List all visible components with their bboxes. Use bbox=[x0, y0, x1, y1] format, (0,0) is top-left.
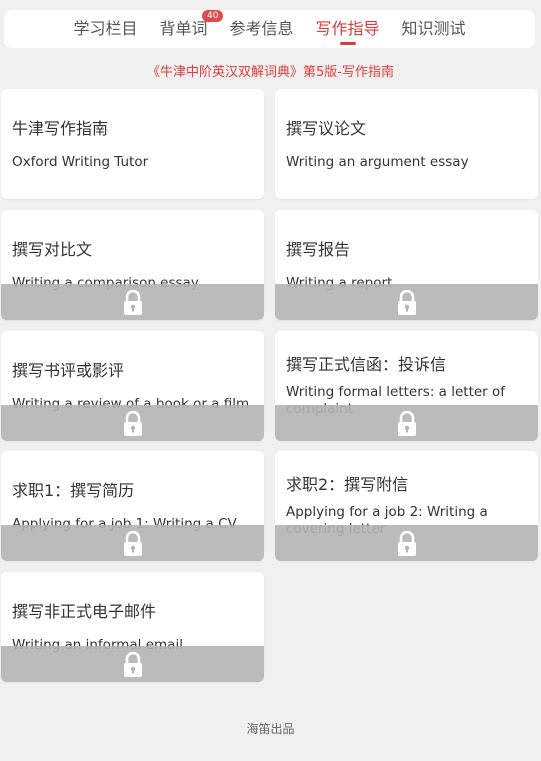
lock-icon bbox=[122, 651, 144, 678]
tab-label: 知识测试 bbox=[401, 19, 466, 38]
tab-label: 参考信息 bbox=[229, 19, 294, 38]
locked-overlay bbox=[1, 284, 264, 320]
tab-label: 背单词 bbox=[159, 19, 208, 38]
locked-overlay bbox=[275, 284, 538, 320]
writing-guide-card[interactable]: 求职2：撰写附信 Applying for a job 2: Writing a … bbox=[275, 451, 538, 561]
locked-overlay bbox=[1, 646, 264, 682]
writing-guide-card[interactable]: 撰写正式信函：投诉信 Writing formal letters: a lett… bbox=[275, 331, 538, 441]
card-title-zh: 撰写对比文 bbox=[12, 240, 93, 259]
lock-icon bbox=[396, 530, 418, 557]
card-title-en: Oxford Writing Tutor bbox=[12, 154, 149, 170]
writing-guide-card[interactable]: 求职1：撰写简历 Applying for a job 1: Writing a … bbox=[1, 451, 264, 561]
tab-bar: 学习栏目 背单词 40 参考信息 写作指导 知识测试 bbox=[4, 10, 535, 48]
writing-guide-card[interactable]: 撰写非正式电子邮件 Writing an informal email bbox=[1, 572, 264, 682]
card-title-zh: 牛津写作指南 bbox=[12, 119, 109, 138]
tab-label: 写作指导 bbox=[315, 19, 380, 38]
locked-overlay bbox=[1, 405, 264, 441]
tab-study-sections[interactable]: 学习栏目 bbox=[73, 10, 137, 48]
card-title-zh: 撰写报告 bbox=[286, 240, 351, 259]
lock-icon bbox=[122, 410, 144, 437]
lock-icon bbox=[122, 289, 144, 316]
writing-guide-card[interactable]: 牛津写作指南 Oxford Writing Tutor bbox=[1, 89, 264, 199]
writing-guide-card[interactable]: 撰写报告 Writing a report bbox=[275, 210, 538, 320]
lock-icon bbox=[396, 410, 418, 437]
card-title-zh: 求职1：撰写简历 bbox=[12, 481, 135, 500]
card-title-zh: 撰写非正式电子邮件 bbox=[12, 602, 157, 621]
tab-vocabulary[interactable]: 背单词 40 bbox=[159, 10, 224, 48]
writing-guide-card[interactable]: 撰写议论文 Writing an argument essay bbox=[275, 89, 538, 199]
locked-overlay bbox=[1, 525, 264, 561]
card-title-zh: 撰写正式信函：投诉信 bbox=[286, 355, 447, 374]
lock-icon bbox=[122, 530, 144, 557]
card-title-zh: 撰写议论文 bbox=[286, 119, 367, 138]
tab-label: 学习栏目 bbox=[73, 19, 138, 38]
tab-knowledge-test[interactable]: 知识测试 bbox=[402, 10, 466, 48]
tab-reference-info[interactable]: 参考信息 bbox=[229, 10, 293, 48]
card-title-en: Writing an argument essay bbox=[286, 154, 469, 170]
writing-guide-card[interactable]: 撰写对比文 Writing a comparison essay bbox=[1, 210, 264, 320]
writing-guide-card[interactable]: 撰写书评或影评 Writing a review of a book or a f… bbox=[1, 331, 264, 441]
tab-writing-guide[interactable]: 写作指导 bbox=[316, 10, 380, 48]
locked-overlay bbox=[275, 525, 538, 561]
footer-credit: 海笛出品 bbox=[246, 722, 295, 736]
card-title-zh: 求职2：撰写附信 bbox=[286, 475, 409, 494]
vocabulary-count-badge: 40 bbox=[202, 10, 224, 22]
card-title-zh: 撰写书评或影评 bbox=[12, 361, 125, 380]
section-subtitle: 《牛津中阶英汉双解词典》第5版-写作指南 bbox=[147, 65, 394, 80]
locked-overlay bbox=[275, 405, 538, 441]
lock-icon bbox=[396, 289, 418, 316]
